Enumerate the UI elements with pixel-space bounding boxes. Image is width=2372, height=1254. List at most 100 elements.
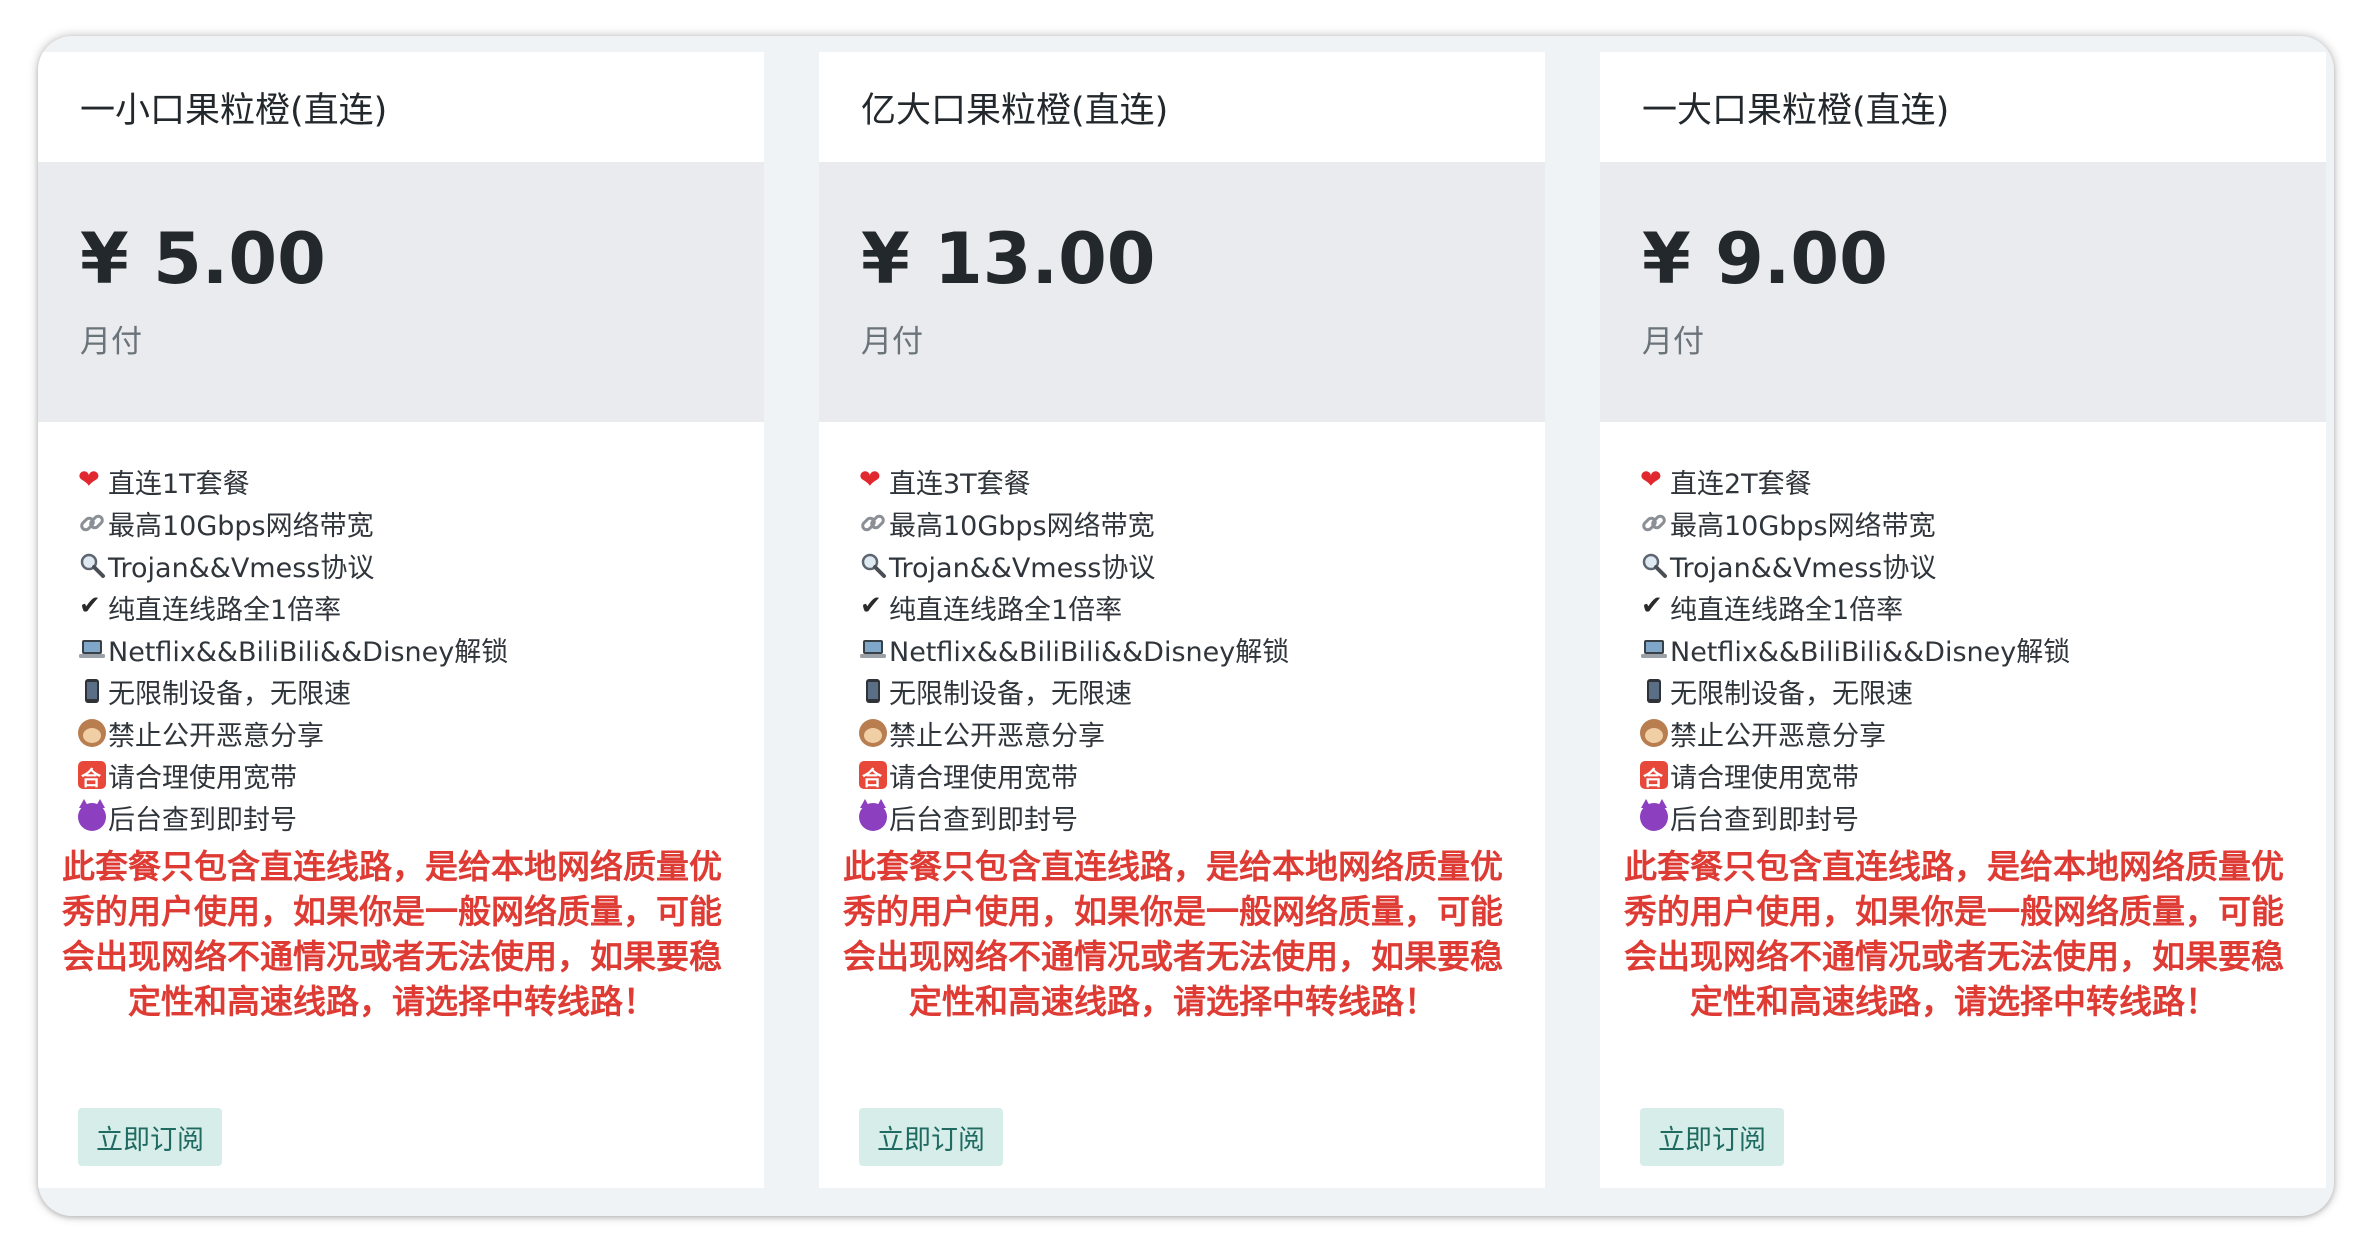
feature-list: 直连1T套餐最高10Gbps网络带宽 Trojan&&Vmess协议纯直连线路全1…: [38, 422, 764, 838]
feature-item: Trojan&&Vmess协议: [859, 544, 1545, 586]
feature-text: Trojan&&Vmess协议: [889, 552, 1156, 584]
feature-text: 直连1T套餐: [108, 468, 250, 500]
feature-item: Trojan&&Vmess协议: [78, 544, 764, 586]
feature-text: 最高10Gbps网络带宽: [889, 510, 1155, 542]
feature-item: 最高10Gbps网络带宽: [1640, 502, 2326, 544]
feature-text: 无限制设备，无限速: [889, 678, 1132, 710]
feature-item: Netflix&&BiliBili&&Disney解锁: [1640, 628, 2326, 670]
feature-text: 直连2T套餐: [1670, 468, 1812, 500]
feature-text: 请合理使用宽带: [108, 762, 297, 794]
plan-card: 亿大口果粒橙(直连) ¥ 13.00 月付 直连3T套餐最高10Gbps网络带宽…: [819, 52, 1545, 1188]
feature-item: 无限制设备，无限速: [78, 670, 764, 712]
search-icon: [859, 551, 887, 579]
feature-item: Netflix&&BiliBili&&Disney解锁: [859, 628, 1545, 670]
feature-text: 请合理使用宽带: [889, 762, 1078, 794]
subscribe-button[interactable]: 立即订阅: [1640, 1108, 1784, 1166]
heart-icon: [1640, 465, 1668, 495]
seal-icon: [859, 761, 887, 791]
plan-card: 一小口果粒橙(直连) ¥ 5.00 月付 直连1T套餐最高10Gbps网络带宽 T…: [38, 52, 764, 1188]
heart-icon: [859, 465, 887, 495]
search-icon: [78, 551, 106, 579]
seal-icon: [78, 761, 106, 791]
billing-period: 月付: [80, 324, 142, 360]
feature-item: 纯直连线路全1倍率: [1640, 586, 2326, 628]
laptop-icon: [1640, 635, 1668, 663]
feature-item: 后台查到即封号: [859, 796, 1545, 838]
plan-notice: 此套餐只包含直连线路，是给本地网络质量优秀的用户使用，如果你是一般网络质量，可能…: [1624, 847, 2284, 1021]
feature-text: 最高10Gbps网络带宽: [1670, 510, 1936, 542]
link-icon: [78, 509, 106, 537]
check-icon: [1640, 591, 1668, 621]
feature-item: 直连3T套餐: [859, 460, 1545, 502]
plan-title: 一小口果粒橙(直连): [80, 90, 388, 131]
phone-icon: [78, 677, 106, 705]
price-section: ¥ 5.00 月付: [38, 162, 764, 422]
plan-notice: 此套餐只包含直连线路，是给本地网络质量优秀的用户使用，如果你是一般网络质量，可能…: [62, 847, 722, 1021]
price-section: ¥ 13.00 月付: [819, 162, 1545, 422]
feature-item: Netflix&&BiliBili&&Disney解锁: [78, 628, 764, 670]
feature-item: 请合理使用宽带: [78, 754, 764, 796]
feature-item: 后台查到即封号: [1640, 796, 2326, 838]
feature-text: 禁止公开恶意分享: [889, 720, 1105, 752]
feature-item: 直连1T套餐: [78, 460, 764, 502]
check-icon: [78, 591, 106, 621]
feature-item: 无限制设备，无限速: [1640, 670, 2326, 712]
plan-price: ¥ 9.00: [1642, 218, 1888, 300]
feature-item: 最高10Gbps网络带宽: [78, 502, 764, 544]
heart-icon: [78, 465, 106, 495]
feature-text: 后台查到即封号: [1670, 804, 1859, 836]
feature-text: Netflix&&BiliBili&&Disney解锁: [889, 636, 1290, 668]
link-icon: [1640, 509, 1668, 537]
feature-item: 后台查到即封号: [78, 796, 764, 838]
monkey-icon: [78, 719, 106, 747]
feature-text: 直连3T套餐: [889, 468, 1031, 500]
feature-text: 请合理使用宽带: [1670, 762, 1859, 794]
phone-icon: [1640, 677, 1668, 705]
feature-item: 禁止公开恶意分享: [859, 712, 1545, 754]
feature-item: 请合理使用宽带: [859, 754, 1545, 796]
subscribe-button[interactable]: 立即订阅: [78, 1108, 222, 1166]
billing-period: 月付: [1642, 324, 1704, 360]
search-icon: [1640, 551, 1668, 579]
feature-text: Trojan&&Vmess协议: [108, 552, 375, 584]
feature-text: Trojan&&Vmess协议: [1670, 552, 1937, 584]
feature-item: 纯直连线路全1倍率: [859, 586, 1545, 628]
plan-notice: 此套餐只包含直连线路，是给本地网络质量优秀的用户使用，如果你是一般网络质量，可能…: [843, 847, 1503, 1021]
devil-icon: [1640, 799, 1668, 831]
plan-card: 一大口果粒橙(直连) ¥ 9.00 月付 直连2T套餐最高10Gbps网络带宽 T…: [1600, 52, 2326, 1188]
feature-text: 禁止公开恶意分享: [1670, 720, 1886, 752]
feature-list: 直连3T套餐最高10Gbps网络带宽 Trojan&&Vmess协议纯直连线路全1…: [819, 422, 1545, 838]
link-icon: [859, 509, 887, 537]
plan-price: ¥ 5.00: [80, 218, 326, 300]
plans-panel: 一小口果粒橙(直连) ¥ 5.00 月付 直连1T套餐最高10Gbps网络带宽 T…: [38, 36, 2334, 1216]
feature-text: 禁止公开恶意分享: [108, 720, 324, 752]
feature-item: 无限制设备，无限速: [859, 670, 1545, 712]
feature-item: 请合理使用宽带: [1640, 754, 2326, 796]
feature-text: 最高10Gbps网络带宽: [108, 510, 374, 542]
feature-text: 无限制设备，无限速: [108, 678, 351, 710]
feature-text: Netflix&&BiliBili&&Disney解锁: [108, 636, 509, 668]
feature-item: Trojan&&Vmess协议: [1640, 544, 2326, 586]
feature-item: 纯直连线路全1倍率: [78, 586, 764, 628]
feature-text: 后台查到即封号: [108, 804, 297, 836]
feature-item: 最高10Gbps网络带宽: [859, 502, 1545, 544]
subscribe-button[interactable]: 立即订阅: [859, 1108, 1003, 1166]
feature-text: 无限制设备，无限速: [1670, 678, 1913, 710]
billing-period: 月付: [861, 324, 923, 360]
plan-price: ¥ 13.00: [861, 218, 1156, 300]
feature-text: 纯直连线路全1倍率: [889, 594, 1123, 626]
feature-text: Netflix&&BiliBili&&Disney解锁: [1670, 636, 2071, 668]
feature-item: 直连2T套餐: [1640, 460, 2326, 502]
phone-icon: [859, 677, 887, 705]
laptop-icon: [859, 635, 887, 663]
plan-title: 亿大口果粒橙(直连): [861, 90, 1169, 131]
plan-title: 一大口果粒橙(直连): [1642, 90, 1950, 131]
feature-item: 禁止公开恶意分享: [78, 712, 764, 754]
check-icon: [859, 591, 887, 621]
seal-icon: [1640, 761, 1668, 791]
price-section: ¥ 9.00 月付: [1600, 162, 2326, 422]
feature-text: 纯直连线路全1倍率: [1670, 594, 1904, 626]
devil-icon: [78, 799, 106, 831]
laptop-icon: [78, 635, 106, 663]
feature-item: 禁止公开恶意分享: [1640, 712, 2326, 754]
